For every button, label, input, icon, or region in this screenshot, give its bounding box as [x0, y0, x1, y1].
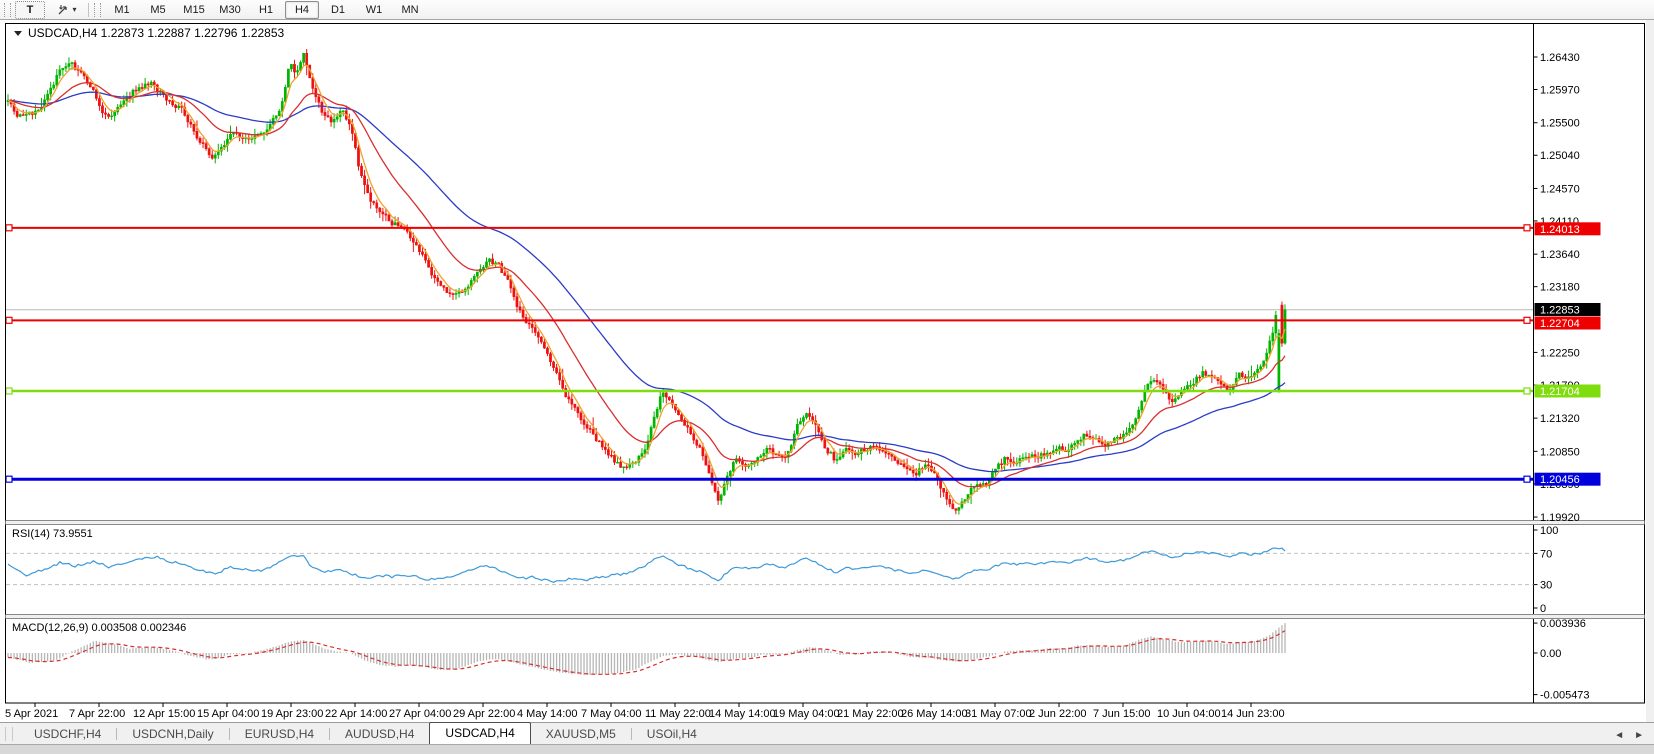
price-tick-label: 1.23180: [1540, 282, 1580, 294]
time-tick-label: 7 Apr 22:00: [69, 708, 125, 720]
time-tick-label: 2 Jun 22:00: [1029, 708, 1087, 720]
price-badge-1.21704: 1.21704: [1535, 384, 1601, 398]
macd-axis-label: 0.00: [1540, 648, 1561, 660]
timeframe-button-group: M1M5M15M30H1H4D1W1MN: [104, 1, 428, 19]
time-tick-label: 15 Apr 04:00: [197, 708, 259, 720]
svg-text:1.21704: 1.21704: [1540, 386, 1580, 398]
time-tick-label: 29 Apr 22:00: [453, 708, 515, 720]
timeframe-button-mn[interactable]: MN: [393, 1, 427, 19]
price-tick-label: 1.25970: [1540, 85, 1580, 97]
chart-tab-usdcnh[interactable]: USDCNH,Daily: [117, 725, 228, 744]
templates-tool-button[interactable]: T: [15, 1, 45, 19]
rsi-axis-label: 70: [1540, 548, 1552, 560]
price-tick-label: 1.25040: [1540, 150, 1580, 162]
time-tick-label: 22 Apr 14:00: [325, 708, 387, 720]
time-tick-label: 19 Apr 23:00: [261, 708, 323, 720]
chart-tab-usoil[interactable]: USOil,H4: [632, 725, 712, 744]
chevron-down-icon: ▾: [72, 5, 76, 14]
toolbar-separator: [88, 3, 89, 17]
time-tick-label: 19 May 04:00: [773, 708, 840, 720]
chart-tab-audusd[interactable]: AUDUSD,H4: [330, 725, 429, 744]
price-tick-label: 1.20850: [1540, 446, 1580, 458]
time-tick-label: 10 Jun 04:00: [1157, 708, 1221, 720]
toolbar-grip[interactable]: [4, 3, 11, 17]
chart-symbol-header: USDCAD,H4 1.22873 1.22887 1.22796 1.2285…: [14, 26, 285, 40]
rsi-axis-label: 100: [1540, 525, 1558, 537]
time-tick-label: 7 May 04:00: [581, 708, 642, 720]
price-badge-1.24013: 1.24013: [1535, 222, 1601, 236]
time-tick-label: 7 Jun 15:00: [1093, 708, 1151, 720]
rsi-axis-label: 0: [1540, 603, 1546, 615]
macd-axis-label: 0.003936: [1540, 618, 1586, 630]
macd-axis-label: -0.005473: [1540, 690, 1590, 702]
timeframe-button-d1[interactable]: D1: [321, 1, 355, 19]
time-tick-label: 11 May 22:00: [645, 708, 711, 720]
chart-canvas[interactable]: 1.264301.259701.255001.250401.245701.241…: [0, 20, 1654, 722]
tabbar-grip[interactable]: [5, 727, 13, 741]
time-tick-label: 26 May 14:00: [901, 708, 968, 720]
macd-header: MACD(12,26,9) 0.003508 0.002346: [12, 622, 186, 634]
timeframe-button-m1[interactable]: M1: [105, 1, 139, 19]
mt4-terminal: { "toolbar": { "templates_tool_label": "…: [0, 0, 1654, 754]
time-tick-label: 4 May 14:00: [517, 708, 578, 720]
status-strip: [0, 744, 1654, 754]
chart-tab-usdchf[interactable]: USDCHF,H4: [19, 725, 116, 744]
timeframe-button-m30[interactable]: M30: [213, 1, 247, 19]
timeframe-button-h4[interactable]: H4: [285, 1, 319, 19]
price-tick-label: 1.25500: [1540, 118, 1580, 130]
time-tick-label: 14 Jun 23:00: [1221, 708, 1285, 720]
svg-text:1.20456: 1.20456: [1540, 474, 1580, 486]
svg-text:1.24013: 1.24013: [1540, 224, 1580, 236]
tab-scroll-left-icon[interactable]: ◄: [1614, 730, 1624, 741]
arrange-tool-button[interactable]: ▾: [52, 1, 82, 19]
price-badge-1.22853: 1.22853: [1535, 303, 1601, 317]
price-tick-label: 1.22250: [1540, 347, 1580, 359]
price-badge-1.20456: 1.20456: [1535, 473, 1601, 487]
svg-text:1.22704: 1.22704: [1540, 318, 1580, 330]
rsi-header: RSI(14) 73.9551: [12, 528, 93, 540]
tab-scroll-right-icon[interactable]: ►: [1634, 730, 1644, 741]
chart-tab-usdcad[interactable]: USDCAD,H4: [429, 722, 530, 744]
timeframe-button-h1[interactable]: H1: [249, 1, 283, 19]
price-tick-label: 1.26430: [1540, 52, 1580, 64]
price-badge-1.22704: 1.22704: [1535, 317, 1601, 331]
chart-tab-xauusd[interactable]: XAUUSD,M5: [531, 725, 631, 744]
chart-tabs-bar: USDCHF,H4USDCNH,DailyEURUSD,H4AUDUSD,H4U…: [0, 722, 1654, 744]
price-tick-label: 1.21320: [1540, 413, 1580, 425]
price-tick-label: 1.24570: [1540, 183, 1580, 195]
toolbar-grip-2[interactable]: [94, 3, 101, 17]
rsi-axis-label: 30: [1540, 580, 1552, 592]
timeframe-button-m15[interactable]: M15: [177, 1, 211, 19]
svg-text:1.22853: 1.22853: [1540, 305, 1580, 317]
time-tick-label: 12 Apr 15:00: [133, 708, 195, 720]
price-tick-label: 1.23640: [1540, 249, 1580, 261]
chart-tabs: USDCHF,H4USDCNH,DailyEURUSD,H4AUDUSD,H4U…: [19, 722, 712, 744]
templates-tool-label: T: [27, 4, 34, 16]
tab-scroll-arrows: ◄ ►: [1614, 730, 1644, 741]
double-arrow-icon: [57, 3, 70, 16]
time-tick-label: 14 May 14:00: [709, 708, 776, 720]
timeframe-button-m5[interactable]: M5: [141, 1, 175, 19]
price-tick-label: 1.19920: [1540, 512, 1580, 524]
timeframe-button-w1[interactable]: W1: [357, 1, 391, 19]
chart-tab-eurusd[interactable]: EURUSD,H4: [230, 725, 329, 744]
time-tick-label: 31 May 07:00: [965, 708, 1032, 720]
time-tick-label: 5 Apr 2021: [5, 708, 58, 720]
time-tick-label: 21 May 22:00: [837, 708, 904, 720]
time-tick-label: 27 Apr 04:00: [389, 708, 451, 720]
top-toolbar: T ▾ M1M5M15M30H1H4D1W1MN: [0, 0, 1654, 20]
svg-text:USDCAD,H4 1.22873 1.22887 1.2: USDCAD,H4 1.22873 1.22887 1.22796 1.2285…: [28, 26, 285, 40]
